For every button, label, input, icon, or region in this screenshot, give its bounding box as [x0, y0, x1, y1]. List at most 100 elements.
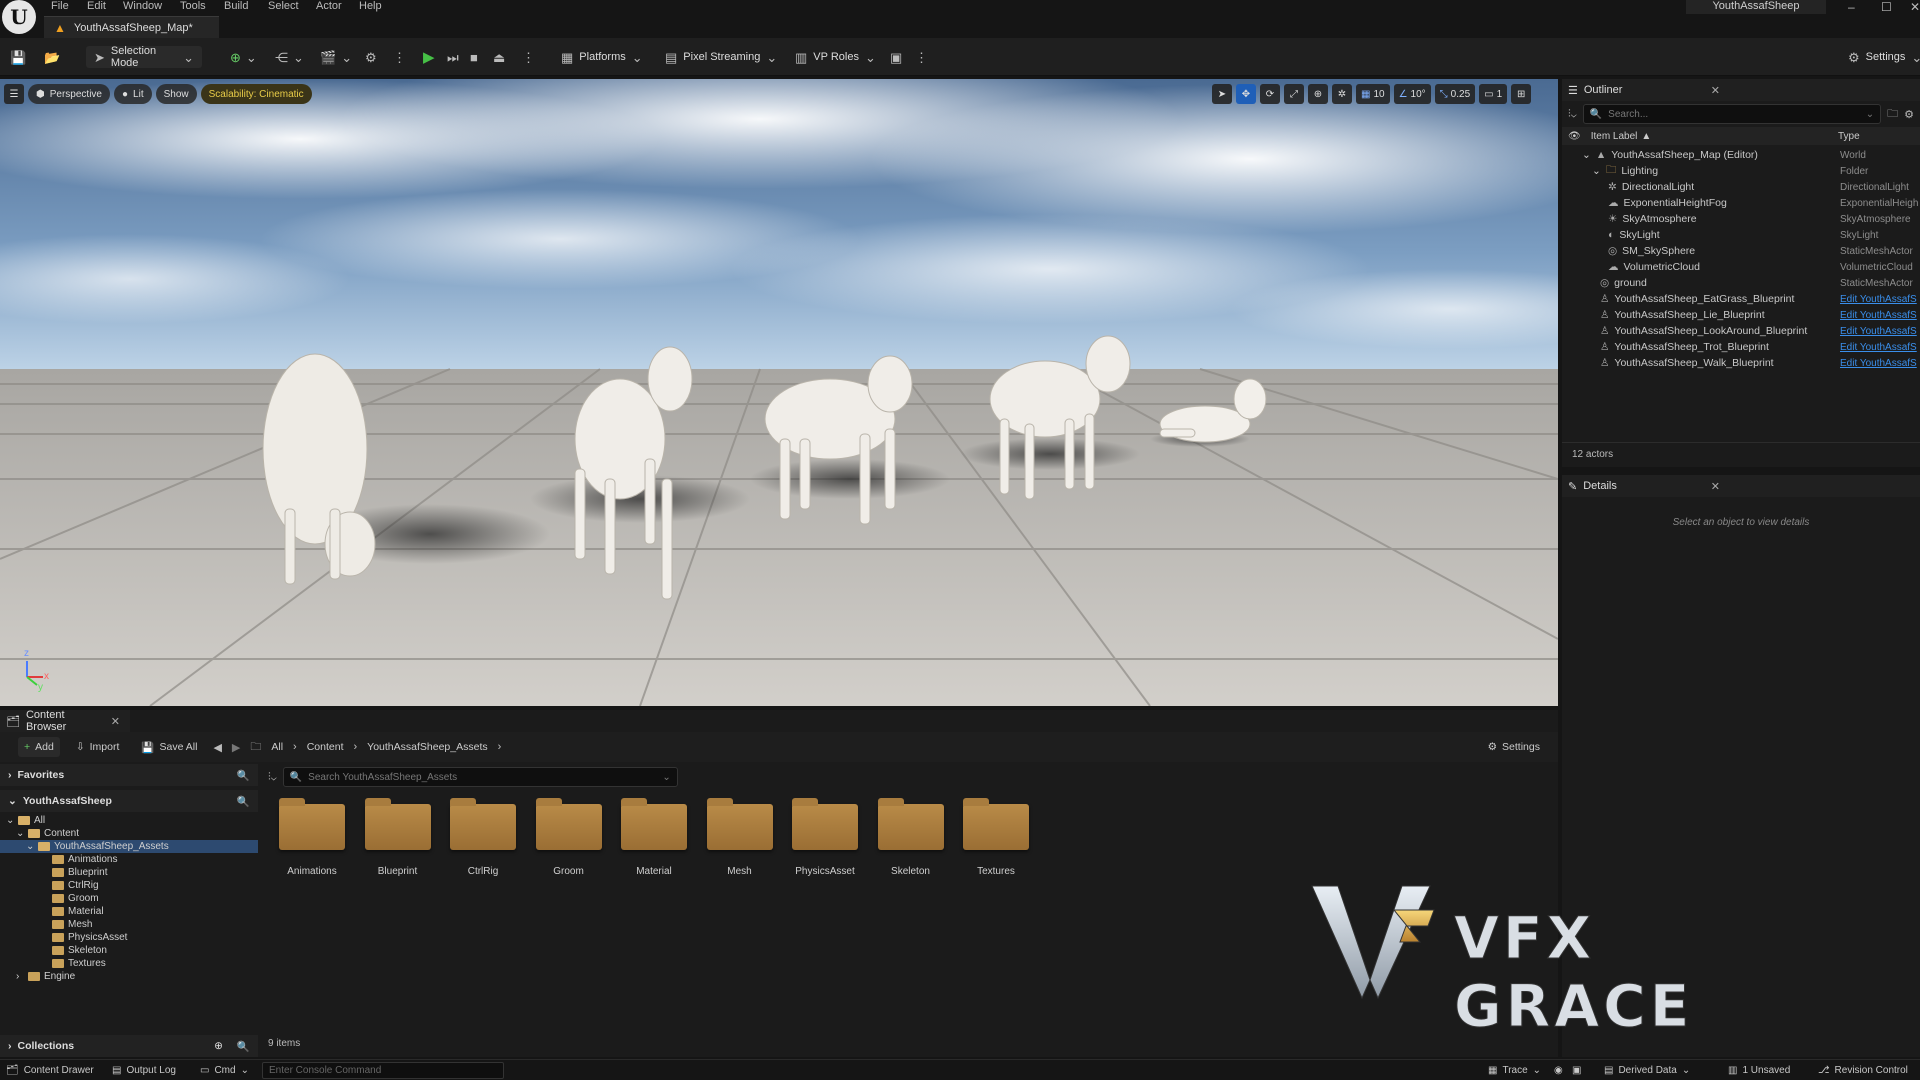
revision-icon[interactable]: ▣	[890, 45, 902, 69]
search-icon[interactable]: 🔍	[237, 769, 250, 782]
asset-folder-textures[interactable]: Textures	[956, 798, 1036, 877]
chevron-down-icon[interactable]: ⌄	[1582, 149, 1591, 161]
minimize-icon[interactable]: –	[1848, 0, 1855, 14]
asset-folder-groom[interactable]: Groom	[529, 798, 609, 877]
cmd-dropdown[interactable]: ▭ Cmd ⌄	[200, 1063, 249, 1078]
cinematics-icon[interactable]: 🎬 ⌄	[320, 45, 352, 69]
map-tab[interactable]: ▲ YouthAssafSheep_Map*	[44, 16, 219, 38]
breadcrumb-assets[interactable]: YouthAssafSheep_Assets	[367, 741, 487, 753]
add-folder-icon[interactable]: 🗀	[1887, 105, 1898, 124]
add-collection-icon[interactable]: ⊕	[214, 1040, 223, 1052]
favorites-section[interactable]: › Favorites 🔍	[0, 764, 258, 786]
import-button[interactable]: ⇩ Import	[70, 737, 126, 757]
forward-icon[interactable]: ▶	[232, 741, 240, 754]
scale-icon[interactable]: ⤢	[1284, 84, 1304, 104]
asset-folder-mesh[interactable]: Mesh	[700, 798, 780, 877]
asset-search-input[interactable]: 🔍 Search YouthAssafSheep_Assets ⌄	[282, 767, 678, 787]
camera-icon[interactable]: ▣	[1572, 1063, 1581, 1078]
world-space-icon[interactable]: ⊕	[1308, 84, 1328, 104]
add-button[interactable]: + Add	[18, 737, 60, 757]
close-icon[interactable]: ✕	[1711, 480, 1720, 493]
play-options-icon[interactable]: ⋮	[522, 45, 535, 69]
play-icon[interactable]: ▶	[423, 45, 435, 69]
translate-icon[interactable]: ✥	[1236, 84, 1256, 104]
chevron-icon[interactable]: ⌄	[6, 815, 14, 826]
record-icon[interactable]: ◉	[1554, 1063, 1563, 1078]
type-header[interactable]: Type	[1838, 131, 1860, 142]
filter-icon[interactable]: ⫶⌄	[268, 771, 277, 784]
menu-help[interactable]: Help	[359, 0, 382, 12]
outliner-tab[interactable]: ☰ Outliner ✕	[1562, 79, 1920, 101]
menu-tools[interactable]: Tools	[180, 0, 206, 12]
outliner-row-height-fog[interactable]: ☁ ExponentialHeightFog ExponentialHeigh	[1562, 195, 1920, 211]
tree-item-skeleton[interactable]: Skeleton	[0, 944, 258, 957]
edit-blueprint-link[interactable]: Edit YouthAssafS	[1840, 358, 1917, 369]
camera-speed-button[interactable]: ▭ 1	[1479, 84, 1508, 104]
tree-item-ctrlrig[interactable]: CtrlRig	[0, 879, 258, 892]
tree-item-groom[interactable]: Groom	[0, 892, 258, 905]
tree-item-physicsasset[interactable]: PhysicsAsset	[0, 931, 258, 944]
content-browser-tab[interactable]: 🗂 Content Browser ✕	[0, 709, 130, 733]
asset-folder-physicsasset[interactable]: PhysicsAsset	[785, 798, 865, 877]
tree-item-animations[interactable]: Animations	[0, 853, 258, 866]
search-icon[interactable]: 🔍	[237, 1040, 250, 1053]
maximize-icon[interactable]: ☐	[1881, 0, 1892, 14]
asset-folder-skeleton[interactable]: Skeleton	[871, 798, 951, 877]
tree-item-all[interactable]: ⌄ All	[0, 814, 258, 827]
edit-blueprint-link[interactable]: Edit YouthAssafS	[1840, 326, 1917, 337]
platforms-dropdown[interactable]: ▦ Platforms ⌄	[553, 46, 651, 68]
search-icon[interactable]: 🔍	[237, 795, 250, 808]
revision-control-button[interactable]: ⎇ Revision Control	[1818, 1063, 1908, 1078]
show-button[interactable]: Show	[155, 84, 197, 104]
chevron-icon[interactable]: ›	[16, 971, 24, 982]
outliner-search-input[interactable]: 🔍 Search... ⌄	[1582, 104, 1882, 124]
menu-select[interactable]: Select	[268, 0, 299, 12]
stop-icon[interactable]: ■	[470, 45, 478, 69]
viewport-menu-icon[interactable]: ☰	[4, 84, 24, 104]
breadcrumb-content[interactable]: Content	[307, 741, 344, 753]
asset-folder-blueprint[interactable]: Blueprint	[358, 798, 438, 877]
menu-build[interactable]: Build	[224, 0, 248, 12]
more-options-icon[interactable]: ⋮	[393, 45, 406, 69]
save-icon[interactable]: 💾	[10, 45, 26, 69]
menu-file[interactable]: File	[51, 0, 69, 12]
select-mode-icon[interactable]: ➤	[1212, 84, 1232, 104]
vp-roles-dropdown[interactable]: ▥ VP Roles ⌄	[787, 46, 884, 68]
outliner-row-world[interactable]: ⌄ ▲ YouthAssafSheep_Map (Editor) World	[1562, 147, 1920, 163]
outliner-row-sky-light[interactable]: ◐ SkyLight SkyLight	[1562, 227, 1920, 243]
outliner-row-sky-sphere[interactable]: ◎ SM_SkySphere StaticMeshActor	[1562, 243, 1920, 259]
tree-item-engine[interactable]: › Engine	[0, 970, 258, 983]
cb-settings-button[interactable]: ⚙ Settings	[1482, 737, 1546, 757]
modes-icon[interactable]: ⚙	[365, 45, 377, 69]
outliner-row-lookaround-blueprint[interactable]: ♙ YouthAssafSheep_LookAround_Blueprint Edi…	[1562, 323, 1920, 339]
rotation-snap-toggle[interactable]: ∠ 10°	[1393, 84, 1431, 104]
pixel-streaming-dropdown[interactable]: ▤ Pixel Streaming ⌄	[657, 46, 785, 68]
chevron-icon[interactable]: ⌄	[16, 828, 24, 839]
close-window-icon[interactable]: ✕	[1910, 0, 1920, 14]
step-icon[interactable]: ⏭	[447, 45, 459, 69]
add-actor-icon[interactable]: ⊕ ⌄	[230, 45, 257, 69]
more-tools-icon[interactable]: ⋮	[915, 45, 928, 69]
outliner-row-lie-blueprint[interactable]: ♙ YouthAssafSheep_Lie_Blueprint Edit Youth…	[1562, 307, 1920, 323]
tree-item-youthassafsheep-assets[interactable]: ⌄ YouthAssafSheep_Assets	[0, 840, 258, 853]
console-command-input[interactable]: Enter Console Command	[262, 1062, 504, 1079]
project-section[interactable]: ⌄ YouthAssafSheep 🔍	[0, 790, 258, 812]
viewport-layout-icon[interactable]: ⊞	[1511, 84, 1532, 104]
content-drawer-button[interactable]: 🗂 Content Drawer	[6, 1063, 94, 1078]
blueprint-icon[interactable]: ⋲ ⌄	[275, 45, 304, 69]
outliner-row-volumetric-cloud[interactable]: ☁ VolumetricCloud VolumetricCloud	[1562, 259, 1920, 275]
eject-icon[interactable]: ⏏	[493, 45, 505, 69]
tree-item-textures[interactable]: Textures	[0, 957, 258, 970]
grid-snap-toggle[interactable]: ▦ 10	[1356, 84, 1390, 104]
close-icon[interactable]: ✕	[1711, 84, 1720, 97]
outliner-row-eatgrass-blueprint[interactable]: ♙ YouthAssafSheep_EatGrass_Blueprint Edit …	[1562, 291, 1920, 307]
item-label-header[interactable]: Item Label	[1591, 131, 1638, 142]
scale-snap-toggle[interactable]: ⤡ 0.25	[1434, 84, 1476, 104]
tree-item-blueprint[interactable]: Blueprint	[0, 866, 258, 879]
close-icon[interactable]: ✕	[111, 715, 120, 728]
scalability-badge[interactable]: Scalability: Cinematic	[200, 84, 312, 104]
settings-dropdown[interactable]: ⚙ Settings ⌄	[1840, 46, 1920, 68]
asset-folder-animations[interactable]: Animations	[272, 798, 352, 877]
lit-button[interactable]: ● Lit	[113, 84, 152, 104]
unreal-logo[interactable]: U	[2, 0, 36, 34]
